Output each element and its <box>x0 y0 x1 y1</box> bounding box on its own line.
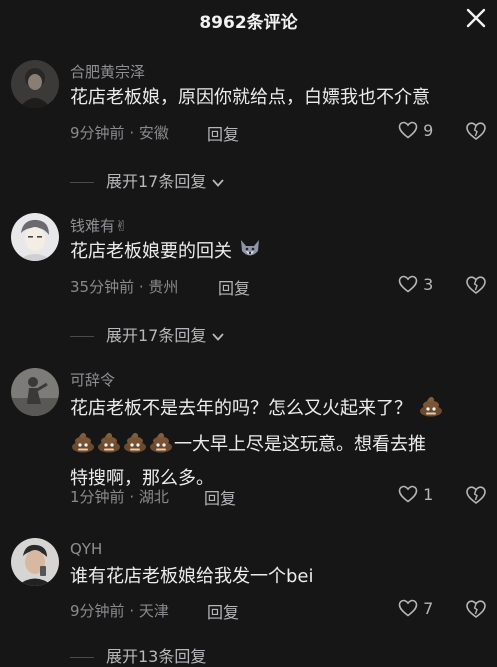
avatar[interactable] <box>11 368 59 416</box>
like-count: 3 <box>423 275 434 294</box>
reply-button[interactable]: 回复 <box>207 121 239 145</box>
comment-item: 合肥黄宗泽 花店老板娘，原因你就给点，白嫖我也不介意 9分钟前 · 安徽 回复 … <box>0 56 497 156</box>
avatar[interactable] <box>11 538 59 586</box>
comment-text: 花店老板娘，原因你就给点，白嫖我也不介意 <box>70 87 430 108</box>
expand-divider <box>70 657 94 658</box>
expand-divider <box>70 336 94 337</box>
avatar[interactable] <box>11 213 59 261</box>
expand-label: 展开17条回复 <box>106 326 207 345</box>
comment-author[interactable]: QYH <box>70 540 102 558</box>
like-button[interactable]: 9 <box>398 121 433 140</box>
poop-emoji <box>70 428 96 464</box>
comment-time: 1分钟前 <box>70 488 125 506</box>
dislike-icon <box>466 486 486 505</box>
heart-icon <box>398 121 418 139</box>
like-count: 9 <box>423 121 434 140</box>
heart-icon <box>398 275 418 293</box>
comment-text-content: 花店老板娘要的回关 <box>70 241 232 262</box>
comment-location: 安徽 <box>138 124 169 142</box>
comment-meta: 9分钟前 · 天津 <box>70 602 169 620</box>
comment-count-title: 8962条评论 <box>199 13 298 33</box>
comment-time: 9分钟前 <box>70 602 125 620</box>
like-count: 7 <box>423 599 434 618</box>
avatar[interactable] <box>11 60 59 108</box>
comment-location: 湖北 <box>138 488 169 506</box>
dislike-icon <box>466 600 486 619</box>
like-button[interactable]: 1 <box>398 485 433 504</box>
comment-meta: 9分钟前 · 安徽 <box>70 124 169 142</box>
dislike-button[interactable] <box>465 275 487 297</box>
reply-button[interactable]: 回复 <box>218 275 250 299</box>
comment-meta: 35分钟前 · 贵州 <box>70 278 179 296</box>
close-icon <box>466 8 486 28</box>
comment-text: 谁有花店老板娘给我发一个bei <box>70 566 314 587</box>
heart-icon <box>398 599 418 617</box>
comment-item: 可辞令 花店老板不是去年的吗？怎么又火起来了？ 一大早上尽是这玩意。想看去推 特… <box>0 364 497 524</box>
comment-item: 钱难有✌ 花店老板娘要的回关 35分钟前 · 贵州 回复 3 <box>0 210 497 310</box>
dislike-button[interactable] <box>465 599 487 621</box>
comment-text: 花店老板娘要的回关 <box>70 237 470 271</box>
wolf-emoji <box>238 237 262 271</box>
expand-replies-button[interactable]: 展开17条回复 <box>70 322 225 346</box>
comment-author[interactable]: 钱难有✌ <box>70 215 128 236</box>
dislike-button[interactable] <box>465 121 487 143</box>
chevron-down-icon <box>212 179 225 187</box>
poop-emoji <box>122 428 148 464</box>
expand-replies-button[interactable]: 展开17条回复 <box>70 168 225 192</box>
comment-location: 天津 <box>138 602 169 620</box>
comment-text-line: 花店老板不是去年的吗？怎么又火起来了？ <box>70 392 490 428</box>
comment-time: 35分钟前 <box>70 278 135 296</box>
close-button[interactable] <box>465 7 487 29</box>
reply-button[interactable]: 回复 <box>207 599 239 623</box>
dislike-icon <box>466 122 486 141</box>
poop-emoji <box>96 428 122 464</box>
expand-replies-button[interactable]: 展开13条回复 <box>70 643 206 667</box>
like-count: 1 <box>423 485 434 504</box>
comments-header: 8962条评论 <box>0 0 497 40</box>
like-button[interactable]: 7 <box>398 599 433 618</box>
expand-label: 展开13条回复 <box>106 647 207 666</box>
poop-emoji <box>418 392 444 428</box>
comment-author[interactable]: 可辞令 <box>70 369 115 390</box>
poop-emoji <box>148 428 174 464</box>
comment-item: QYH 谁有花店老板娘给我发一个bei 9分钟前 · 天津 回复 7 <box>0 536 497 636</box>
comment-meta: 1分钟前 · 湖北 <box>70 488 169 506</box>
dislike-button[interactable] <box>465 485 487 507</box>
chevron-down-icon <box>212 333 225 341</box>
expand-divider <box>70 182 94 183</box>
comment-location: 贵州 <box>148 278 179 296</box>
reply-button[interactable]: 回复 <box>204 485 236 509</box>
comment-text-line: 一大早上尽是这玩意。想看去推 <box>70 428 490 464</box>
expand-label: 展开17条回复 <box>106 172 207 191</box>
comment-time: 9分钟前 <box>70 124 125 142</box>
comment-text: 花店老板不是去年的吗？怎么又火起来了？ 一大早上尽是这玩意。想看去推 特搜啊，那… <box>70 392 490 494</box>
heart-icon <box>398 485 418 503</box>
comment-author[interactable]: 合肥黄宗泽 <box>70 61 145 82</box>
like-button[interactable]: 3 <box>398 275 433 294</box>
dislike-icon <box>466 276 486 295</box>
